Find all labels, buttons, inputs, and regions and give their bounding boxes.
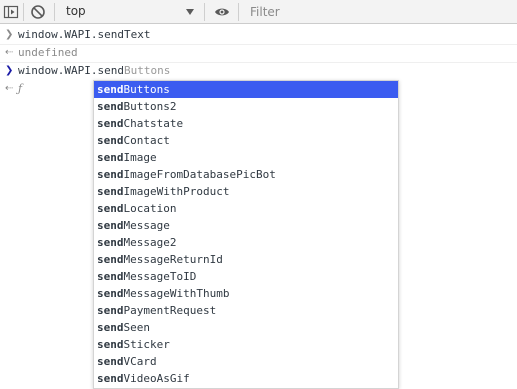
suggestion-rest: MessageWithThumb [123,287,230,300]
suggestion-prefix: send [97,372,124,385]
suggestion-rest: Chatstate [123,117,184,130]
suggestion-item[interactable]: sendPaymentRequest [94,302,398,319]
suggestion-prefix: send [97,185,124,198]
prompt-chevron-icon: ❯ [5,65,14,76]
suggestion-item[interactable]: sendMessageReturnId [94,251,398,268]
suggestion-prefix: send [97,270,124,283]
console-toolbar: top [0,0,517,24]
suggestion-prefix: send [97,304,124,317]
suggestion-prefix: send [97,321,124,334]
suggestion-rest: Image [123,151,157,164]
suggestion-prefix: send [97,83,124,96]
toolbar-divider [54,3,55,21]
console-input-text: window.WAPI.sendText [18,28,151,41]
suggestion-item[interactable]: sendLocation [94,200,398,217]
suggestion-rest: MessageReturnId [123,253,223,266]
function-symbol: ƒ [18,82,23,95]
suggestion-prefix: send [97,202,124,215]
suggestion-prefix: send [97,219,124,232]
console-prompt-line[interactable]: ❯ window.WAPI.sendButtons [0,62,517,80]
suggestion-item[interactable]: sendImageWithProduct [94,183,398,200]
context-value: top [66,4,86,18]
suggestion-prefix: send [97,134,124,147]
suggestion-prefix: send [97,168,124,181]
toolbar-divider [238,3,239,21]
eye-icon[interactable] [214,4,230,20]
autocomplete-suggest-box[interactable]: sendButtons sendButtons2 sendChatstate send… [93,80,399,389]
suggestion-rest: PaymentRequest [123,304,217,317]
suggestion-rest: Buttons2 [123,100,177,113]
suggestion-item[interactable]: sendButtons [94,81,398,98]
console-input-line: ❯ window.WAPI.sendText [0,26,517,44]
clear-console-icon[interactable] [30,4,46,20]
suggestion-prefix: send [97,355,124,368]
suggestion-prefix: send [97,287,124,300]
input-chevron-icon: ❯ [5,29,14,40]
suggestion-prefix: send [97,236,124,249]
sidebar-toggle-icon[interactable] [3,4,19,20]
suggestion-item[interactable]: sendSeen [94,319,398,336]
console-output-line: ⇠ undefined [0,44,517,62]
filter-input[interactable] [244,2,514,21]
output-arrow-icon: ⇠ [5,83,14,94]
suggestion-rest: Buttons [123,83,170,96]
suggestion-item[interactable]: sendMessage2 [94,234,398,251]
suggestion-rest: VideoAsGif [123,372,190,385]
suggestion-rest: Seen [123,321,151,334]
suggestion-rest: ImageWithProduct [123,185,230,198]
suggestion-prefix: send [97,100,124,113]
suggestion-rest: Message [123,219,170,232]
suggestion-item[interactable]: sendImage [94,149,398,166]
suggestion-prefix: send [97,253,124,266]
suggestion-item[interactable]: sendMessageWithThumb [94,285,398,302]
typed-text: window.WAPI.send [18,64,124,77]
suggestion-rest: ImageFromDatabasePicBot [123,168,276,181]
suggestion-item[interactable]: sendContact [94,132,398,149]
toolbar-divider [204,3,205,21]
suggestion-rest: MessageToID [123,270,197,283]
toolbar-divider [23,3,24,21]
suggestion-item[interactable]: sendSticker [94,336,398,353]
console-output-text: undefined [18,46,78,59]
suggestion-prefix: send [97,338,124,351]
suggestion-prefix: send [97,151,124,164]
suggestion-rest: VCard [123,355,157,368]
output-arrow-icon: ⇠ [5,47,14,58]
console-prompt-input[interactable]: window.WAPI.sendButtons [18,62,170,80]
dropdown-caret-icon [186,9,194,15]
suggestion-rest: Sticker [123,338,170,351]
suggestion-item[interactable]: sendImageFromDatabasePicBot [94,166,398,183]
suggestion-item[interactable]: sendChatstate [94,115,398,132]
suggestion-item[interactable]: sendVideoAsGif [94,370,398,387]
context-selector[interactable]: top [60,0,202,23]
suggestion-item[interactable]: sendMessageToID [94,268,398,285]
suggestion-item[interactable]: sendButtons2 [94,98,398,115]
suggestion-rest: Location [123,202,177,215]
suggestion-item[interactable]: sendMessage [94,217,398,234]
autocomplete-ghost-text: Buttons [123,64,171,77]
suggestion-rest: Contact [123,134,170,147]
suggestion-rest: Message2 [123,236,177,249]
suggestion-item[interactable]: sendVCard [94,353,398,370]
suggestion-prefix: send [97,117,124,130]
